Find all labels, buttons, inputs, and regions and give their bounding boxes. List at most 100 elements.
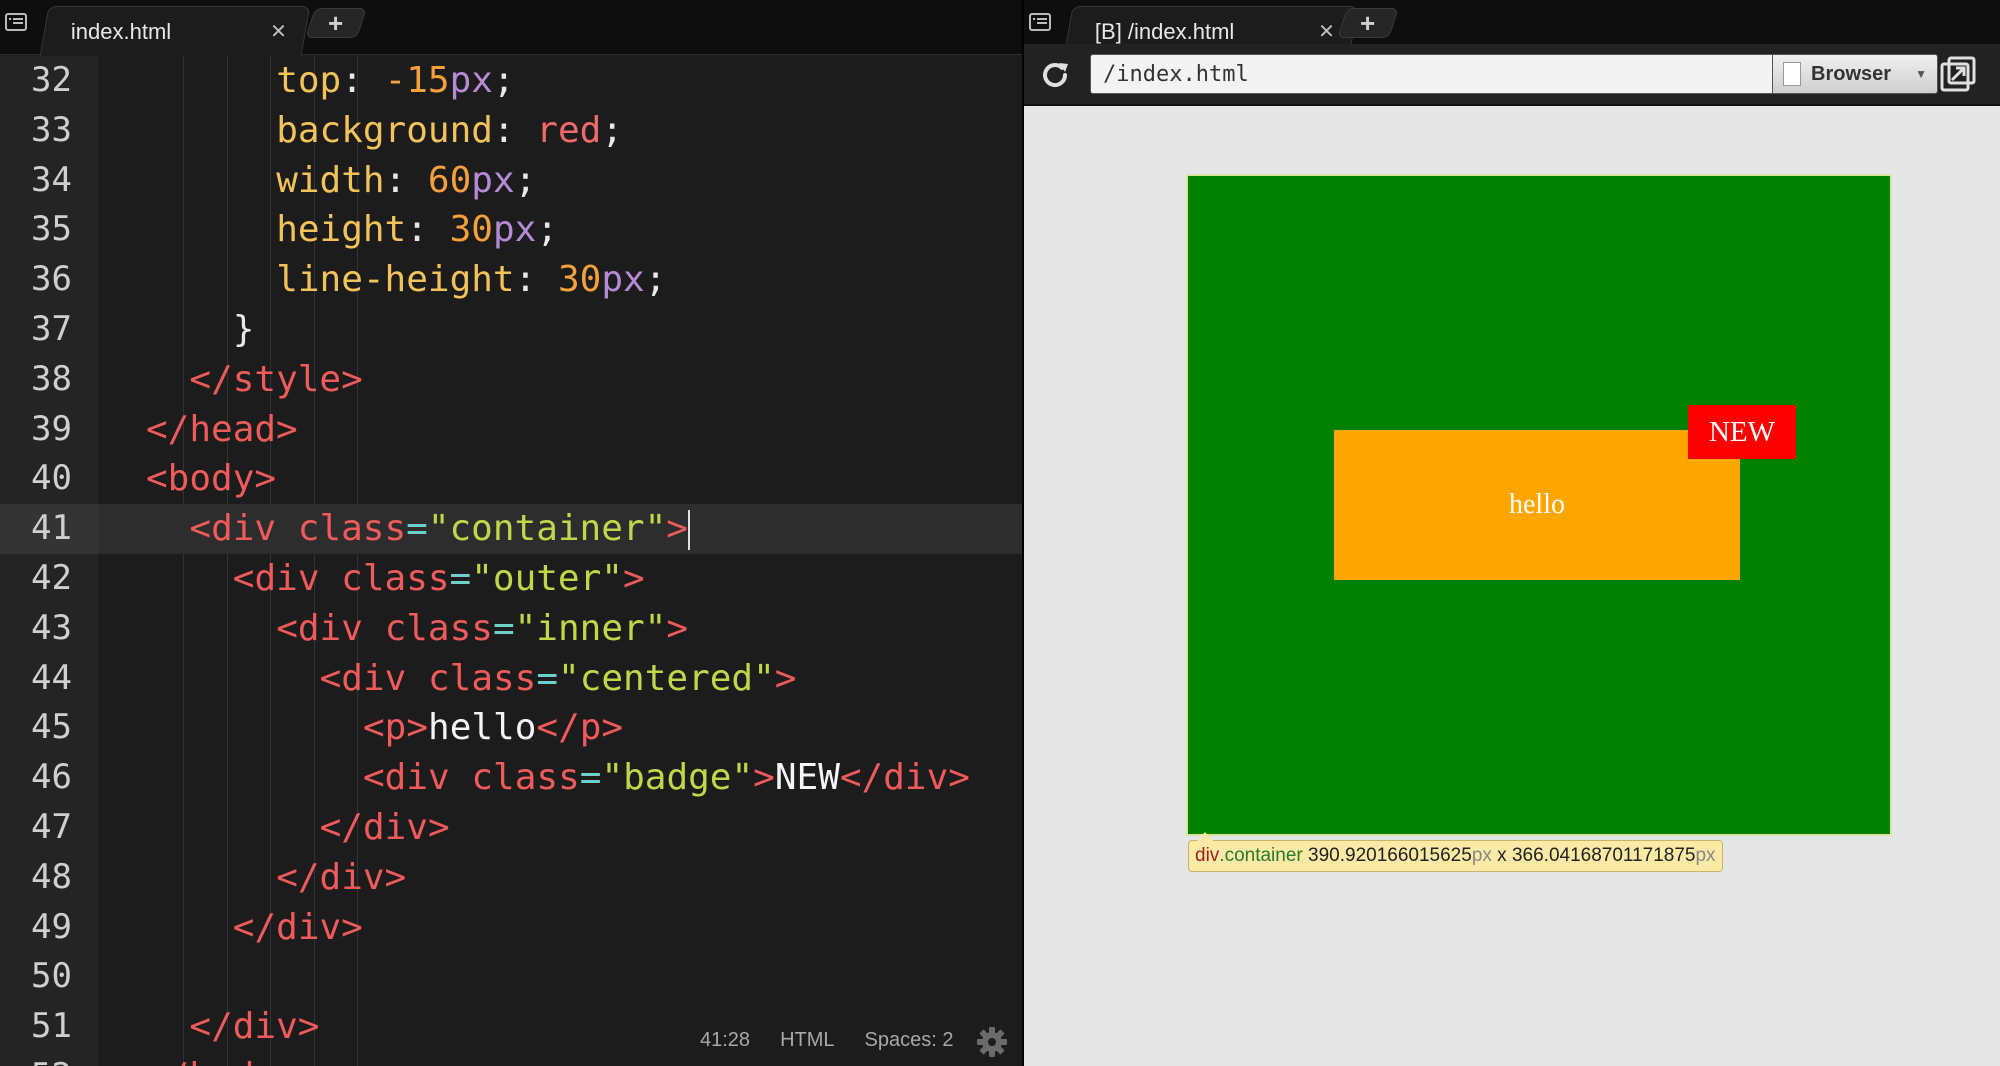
- line-text: <div class="centered">: [320, 654, 797, 704]
- code-token: </div>: [276, 856, 407, 898]
- document-icon: [1783, 62, 1801, 86]
- tab-list-icon[interactable]: [0, 0, 32, 44]
- code-token: >: [622, 558, 645, 599]
- code-token: px: [449, 60, 493, 101]
- code-token: -15: [384, 60, 450, 101]
- code-line[interactable]: 36 line-height: 30px;: [31, 255, 1022, 305]
- code-token: top: [276, 60, 342, 101]
- line-number: 45: [31, 707, 72, 748]
- code-token: "inner": [514, 607, 667, 649]
- editor-pane: index.html ✕ + 32 top: -15px; 33 background…: [0, 0, 1022, 1066]
- tab-index-html[interactable]: index.html ✕: [39, 6, 311, 56]
- code-line[interactable]: 45 <p>hello</p>: [31, 703, 1022, 753]
- url-input[interactable]: [1090, 54, 1778, 94]
- code-line[interactable]: 49 </div>: [31, 903, 1022, 953]
- line-text: <div class="badge">NEW</div>: [363, 753, 970, 803]
- code-line[interactable]: 44 <div class="centered">: [31, 654, 1022, 704]
- editor-tab-bar: index.html ✕ +: [0, 0, 1022, 56]
- code-line[interactable]: 32 top: -15px;: [31, 56, 1022, 106]
- code-token: hello: [428, 707, 537, 749]
- code-token: :: [514, 259, 558, 301]
- tooltip-height: 366.04168701171875: [1511, 845, 1696, 866]
- code-line[interactable]: 38 </style>: [31, 355, 1022, 405]
- tab-list-icon[interactable]: [1024, 0, 1056, 44]
- code-line[interactable]: 34 width: 60px;: [31, 156, 1022, 206]
- tab-label: index.html: [70, 18, 172, 44]
- tab-label: [B] /index.html: [1094, 18, 1235, 44]
- line-number: 48: [31, 856, 72, 897]
- indent-setting[interactable]: Spaces: 2: [865, 1029, 954, 1052]
- new-tab-button[interactable]: +: [305, 8, 367, 38]
- code-line[interactable]: 39 </head>: [31, 405, 1022, 455]
- plus-icon: +: [328, 8, 344, 38]
- code-line[interactable]: 40 <body>: [31, 454, 1022, 504]
- new-badge: NEW: [1688, 405, 1796, 459]
- code-token: width: [276, 159, 385, 201]
- line-text: <body>: [146, 454, 276, 504]
- code-line[interactable]: 43 <div class="inner">: [31, 604, 1022, 654]
- preview-mode-select[interactable]: Browser ▼: [1772, 54, 1938, 94]
- code-token: </div>: [189, 1006, 320, 1048]
- line-number: 52: [0, 1052, 72, 1066]
- line-number: 36: [31, 259, 72, 300]
- tooltip-width: 390.920166015625: [1308, 845, 1472, 866]
- line-number: 46: [31, 757, 72, 798]
- code-token: >: [774, 657, 797, 699]
- line-number: 39: [31, 408, 72, 449]
- reload-icon[interactable]: [1038, 58, 1072, 92]
- code-token: 30: [449, 209, 493, 251]
- close-icon[interactable]: ✕: [270, 19, 287, 44]
- code-token: =: [406, 508, 428, 550]
- line-number: 38: [31, 358, 72, 399]
- line-text: </div>: [233, 903, 363, 953]
- code-token: </body>: [146, 1056, 298, 1066]
- language-mode[interactable]: HTML: [780, 1029, 834, 1052]
- line-number: 42: [31, 558, 72, 598]
- code-line[interactable]: 37}: [31, 305, 1022, 355]
- line-text: </div>: [189, 1002, 319, 1052]
- code-token: class: [341, 558, 450, 599]
- code-token: <p>: [363, 707, 429, 749]
- line-number: 37: [31, 309, 72, 349]
- line-text: background: red;: [276, 106, 623, 156]
- popout-window-icon[interactable]: [1938, 54, 1978, 94]
- code-line[interactable]: 47 </div>: [31, 803, 1022, 853]
- line-text: </style>: [189, 355, 362, 405]
- line-text: height: 30px;: [276, 205, 558, 255]
- code-token: </div>: [839, 757, 970, 799]
- code-token: =: [536, 657, 559, 699]
- code-token: NEW: [774, 757, 840, 799]
- code-token: >: [753, 757, 775, 799]
- container-div[interactable]: hello NEW: [1186, 174, 1892, 836]
- code-line[interactable]: 42 <div class="outer">: [31, 554, 1022, 604]
- code-editor[interactable]: 32 top: -15px; 33 background: red; 34 width: …: [0, 56, 1022, 1066]
- code-line[interactable]: 35 height: 30px;: [31, 205, 1022, 255]
- line-text: <p>hello</p>: [363, 703, 623, 753]
- line-text: top: -15px;: [276, 56, 514, 106]
- new-tab-button[interactable]: +: [1337, 8, 1399, 38]
- close-icon[interactable]: ✕: [1318, 19, 1335, 44]
- code-token: </head>: [146, 408, 298, 450]
- line-text: </div>: [320, 803, 450, 853]
- code-token: "badge": [601, 757, 754, 799]
- line-text: width: 60px;: [276, 156, 536, 206]
- code-line[interactable]: 48 </div>: [31, 853, 1022, 903]
- code-token: >: [666, 607, 689, 649]
- code-token: =: [492, 607, 515, 649]
- code-token: <div: [363, 757, 472, 799]
- code-token: <body>: [146, 458, 277, 500]
- code-line[interactable]: 33 background: red;: [31, 106, 1022, 156]
- code-token: ;: [601, 109, 624, 151]
- preview-mode-label: Browser: [1811, 62, 1892, 85]
- code-line[interactable]: 46 <div class="badge">NEW</div>: [31, 753, 1022, 803]
- gear-icon[interactable]: [974, 1024, 1010, 1060]
- line-text: line-height: 30px;: [276, 255, 666, 305]
- code-token: class: [471, 757, 580, 799]
- line-text: </body>: [146, 1052, 298, 1066]
- chevron-down-icon: ▼: [1915, 67, 1927, 81]
- tooltip-separator: x: [1491, 845, 1512, 866]
- address-bar: Browser ▼: [1024, 44, 2000, 106]
- code-token: height: [276, 209, 407, 251]
- code-line[interactable]: 50: [31, 952, 1022, 1002]
- code-line[interactable]: 41 <div class="container">: [0, 504, 1022, 554]
